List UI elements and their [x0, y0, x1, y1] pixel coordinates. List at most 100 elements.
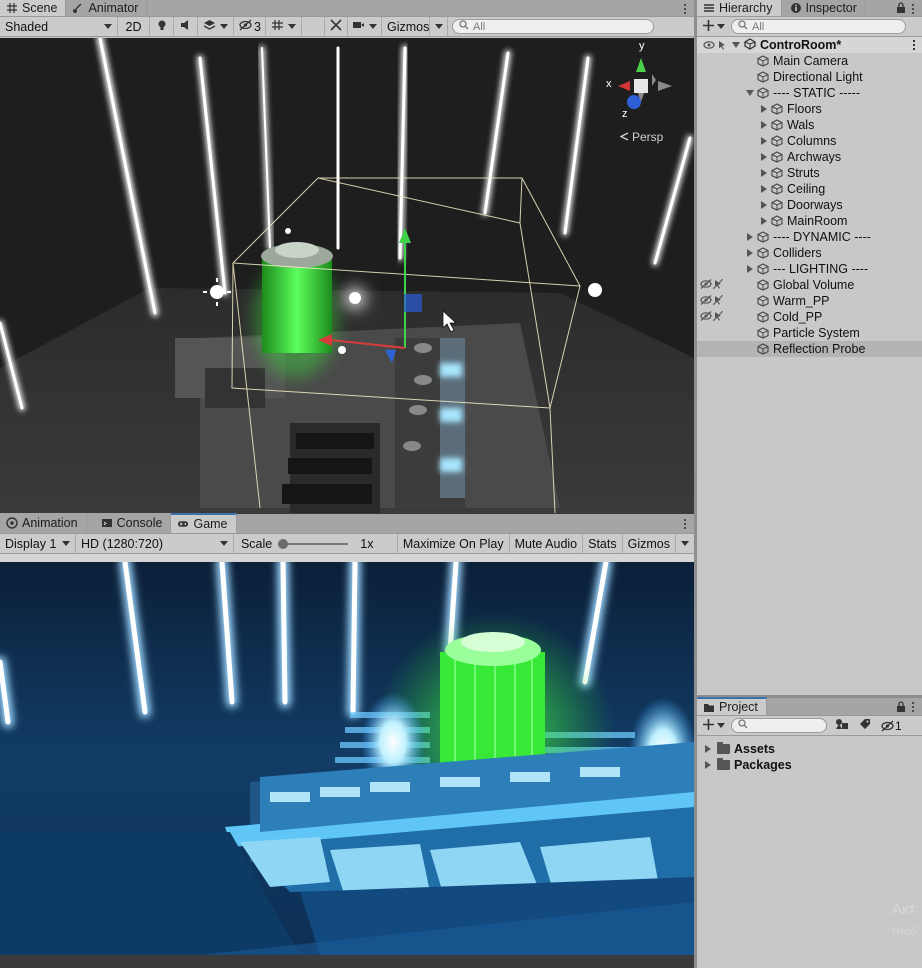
- hierarchy-item[interactable]: Cold_PP: [697, 309, 922, 325]
- project-search-input[interactable]: [731, 718, 827, 733]
- shading-mode-dropdown[interactable]: Shaded: [0, 16, 118, 37]
- list-icon: [703, 2, 715, 14]
- hierarchy-item[interactable]: Wals: [697, 117, 922, 133]
- effects-dropdown[interactable]: [198, 16, 234, 37]
- hidden-objects-toggle[interactable]: 3: [234, 16, 266, 37]
- hierarchy-item[interactable]: Columns: [697, 133, 922, 149]
- hierarchy-item[interactable]: ---- DYNAMIC ----: [697, 229, 922, 245]
- visibility-toggle[interactable]: [703, 40, 727, 50]
- scale-slider-thumb[interactable]: [278, 538, 289, 549]
- fold-toggle[interactable]: [745, 232, 755, 242]
- tools-button[interactable]: [324, 16, 348, 37]
- fold-toggle[interactable]: [759, 184, 769, 194]
- game-menu-icon[interactable]: [682, 514, 688, 534]
- fold-toggle[interactable]: [759, 104, 769, 114]
- lock-icon[interactable]: [896, 701, 906, 716]
- hierarchy-item[interactable]: Floors: [697, 101, 922, 117]
- hierarchy-item[interactable]: MainRoom: [697, 213, 922, 229]
- eye-icon: [703, 41, 715, 49]
- tab-hierarchy[interactable]: Hierarchy: [697, 0, 782, 16]
- tab-inspector[interactable]: Inspector: [781, 0, 866, 16]
- fold-toggle[interactable]: [759, 120, 769, 130]
- grid-snap-dropdown[interactable]: [266, 16, 302, 37]
- fold-toggle[interactable]: [745, 264, 755, 274]
- hidden-in-scene-icon[interactable]: [697, 311, 725, 321]
- project-create-dropdown[interactable]: [697, 718, 731, 733]
- resolution-dropdown[interactable]: HD (1280:720): [76, 533, 234, 554]
- tab-project[interactable]: Project: [697, 697, 767, 715]
- fold-toggle[interactable]: [731, 40, 741, 50]
- filter-by-label-icon[interactable]: [859, 718, 871, 733]
- fold-toggle[interactable]: [759, 200, 769, 210]
- hierarchy-item[interactable]: Reflection Probe: [697, 341, 922, 357]
- hidden-objects-count: 3: [254, 19, 261, 34]
- fold-toggle[interactable]: [703, 744, 713, 754]
- fold-toggle: [745, 56, 755, 66]
- display-dropdown[interactable]: Display 1: [0, 533, 76, 554]
- hierarchy-item[interactable]: Main Camera: [697, 53, 922, 69]
- search-icon: [738, 719, 748, 732]
- filter-by-type-icon[interactable]: [835, 718, 849, 733]
- gameobject-cube-icon: [757, 71, 769, 83]
- game-viewport[interactable]: [0, 562, 694, 955]
- hidden-in-scene-icon[interactable]: [697, 295, 725, 305]
- hierarchy-item[interactable]: Doorways: [697, 197, 922, 213]
- tab-game[interactable]: Game: [171, 513, 237, 533]
- fold-toggle[interactable]: [759, 136, 769, 146]
- hierarchy-item[interactable]: Colliders: [697, 245, 922, 261]
- scene-menu-icon[interactable]: [682, 0, 688, 17]
- orientation-gizmo[interactable]: y x z: [600, 40, 680, 125]
- scene-search-placeholder: All: [473, 20, 486, 33]
- lock-icon[interactable]: [896, 2, 906, 17]
- project-menu-icon[interactable]: [910, 698, 916, 715]
- scene-search-input[interactable]: All: [452, 19, 654, 34]
- tab-animation[interactable]: Animation: [0, 513, 87, 533]
- hierarchy-search-input[interactable]: All: [731, 19, 906, 34]
- hidden-packages-toggle[interactable]: 1: [881, 719, 902, 733]
- projection-toggle[interactable]: Persp: [619, 130, 663, 144]
- mute-audio-label: Mute Audio: [514, 536, 578, 551]
- camera-icon: [352, 19, 365, 34]
- create-dropdown[interactable]: [697, 19, 731, 34]
- grid-icon: [6, 2, 18, 14]
- lighting-toggle-button[interactable]: [150, 16, 174, 37]
- game-gizmos-dropdown[interactable]: [676, 534, 694, 554]
- hierarchy-item[interactable]: Global Volume: [697, 277, 922, 293]
- hierarchy-item[interactable]: Warm_PP: [697, 293, 922, 309]
- fold-toggle[interactable]: [745, 248, 755, 258]
- hierarchy-item[interactable]: ---- STATIC -----: [697, 85, 922, 101]
- fold-toggle[interactable]: [745, 88, 755, 98]
- gizmos-dropdown[interactable]: [430, 16, 448, 37]
- scale-slider[interactable]: [278, 538, 349, 549]
- watermark-line-1: Акт: [892, 901, 916, 918]
- tab-console[interactable]: Console: [86, 513, 172, 533]
- shading-mode-label: Shaded: [5, 19, 49, 34]
- scene-menu-icon[interactable]: [913, 40, 916, 50]
- camera-dropdown[interactable]: [348, 16, 382, 37]
- hierarchy-menu-icon[interactable]: [910, 0, 916, 17]
- maximize-on-play-button[interactable]: Maximize On Play: [398, 533, 510, 554]
- hierarchy-item[interactable]: Directional Light: [697, 69, 922, 85]
- project-folder-packages[interactable]: Packages: [703, 757, 792, 773]
- gizmos-button[interactable]: Gizmos: [382, 16, 430, 37]
- stats-button[interactable]: Stats: [583, 533, 623, 554]
- hierarchy-item[interactable]: Archways: [697, 149, 922, 165]
- hierarchy-item[interactable]: Ceiling: [697, 181, 922, 197]
- hierarchy-item[interactable]: Particle System: [697, 325, 922, 341]
- mute-audio-button[interactable]: Mute Audio: [510, 533, 584, 554]
- fold-toggle[interactable]: [759, 152, 769, 162]
- tab-scene[interactable]: Scene: [0, 0, 67, 16]
- fold-toggle[interactable]: [759, 168, 769, 178]
- hierarchy-item[interactable]: Struts: [697, 165, 922, 181]
- project-folder-assets[interactable]: Assets: [703, 741, 775, 757]
- hidden-in-scene-icon[interactable]: [697, 279, 725, 289]
- audio-toggle-button[interactable]: [174, 16, 198, 37]
- game-gizmos-button[interactable]: Gizmos: [623, 533, 676, 554]
- toggle-2d-button[interactable]: 2D: [118, 16, 150, 37]
- fold-toggle[interactable]: [759, 216, 769, 226]
- scene-viewport[interactable]: y x z Persp: [0, 38, 694, 514]
- fold-toggle[interactable]: [703, 760, 713, 770]
- scene-root-row[interactable]: ControRoom*: [697, 37, 922, 53]
- tab-animator[interactable]: Animator: [66, 0, 148, 16]
- hierarchy-item[interactable]: --- LIGHTING ----: [697, 261, 922, 277]
